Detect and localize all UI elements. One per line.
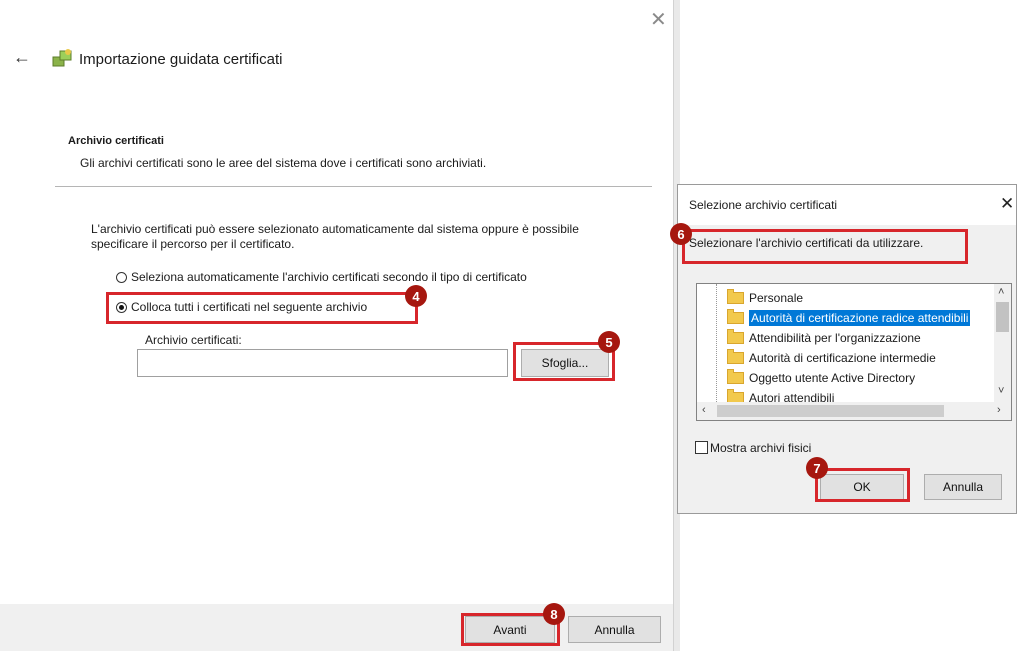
scroll-up-icon[interactable]: ˄ [998,287,1004,298]
tree-item[interactable]: Oggetto utente Active Directory [727,369,915,387]
scroll-thumb[interactable] [717,405,944,417]
badge-7: 7 [806,457,828,479]
radio-auto-label: Seleziona automaticamente l'archivio cer… [131,270,527,284]
section-title: Archivio certificati [68,135,164,147]
scroll-thumb[interactable] [996,302,1009,332]
tree-item-selected[interactable]: Autorità di certificazione radice attend… [727,309,971,327]
radio-manual-label: Colloca tutti i certificati nel seguente… [131,300,368,314]
ok-button[interactable]: OK [820,474,904,500]
scroll-left-icon[interactable]: ‹ [702,405,706,416]
radio-place-all[interactable]: Colloca tutti i certificati nel seguente… [116,300,367,314]
show-physical-label: Mostra archivi fisici [710,441,812,455]
dialog-title: Selezione archivio certificati [689,198,838,212]
badge-8: 8 [543,603,565,625]
section-description: Gli archivi certificati sono le aree del… [80,156,487,170]
badge-6: 6 [670,223,692,245]
divider [55,186,652,187]
badge-5: 5 [598,331,620,353]
horizontal-scrollbar[interactable]: ‹ › [697,402,1011,420]
folder-icon [727,369,744,384]
tree-item[interactable]: Personale [727,289,803,307]
back-arrow-icon[interactable]: ← [13,48,31,66]
intro-text: L'archivio certificati può essere selezi… [91,222,579,251]
folder-icon [727,329,744,344]
folder-icon [727,309,744,324]
dialog-prompt: Selezionare l'archivio certificati da ut… [689,236,924,250]
archive-label: Archivio certificati: [145,333,242,347]
dialog-titlebar: Selezione archivio certificati ✕ [678,185,1016,225]
certificate-store-tree[interactable]: Personale Autorità di certificazione rad… [696,283,1012,421]
scroll-down-icon[interactable]: ˅ [998,386,1004,397]
wizard-footer: Avanti Annulla [0,604,673,651]
radio-button[interactable] [116,271,127,283]
folder-icon [727,289,744,304]
dialog-close-icon[interactable]: ✕ [1000,194,1014,214]
show-physical-checkbox[interactable] [695,441,708,454]
select-store-dialog: Selezione archivio certificati ✕ Selezio… [670,184,1017,514]
tree-connector [716,284,718,402]
wizard-cancel-button[interactable]: Annulla [568,616,661,643]
next-button[interactable]: Avanti [465,616,555,643]
close-icon[interactable]: ✕ [650,10,667,30]
browse-button[interactable]: Sfoglia... [521,349,609,377]
tree-item[interactable]: Autorità di certificazione intermedie [727,349,936,367]
radio-button-checked[interactable] [116,301,127,313]
scroll-right-icon[interactable]: › [997,405,1001,416]
wizard-title: Importazione guidata certificati [79,51,283,68]
archive-input[interactable] [137,349,508,377]
radio-auto-select[interactable]: Seleziona automaticamente l'archivio cer… [116,270,527,284]
vertical-scrollbar[interactable]: ˄ ˅ [994,284,1011,402]
dialog-cancel-button[interactable]: Annulla [924,474,1002,500]
tree-item[interactable]: Attendibilità per l'organizzazione [727,329,921,347]
badge-4: 4 [405,285,427,307]
certificate-wizard-icon [52,49,72,67]
certificate-import-wizard: ✕ ← Importazione guidata certificati Arc… [0,0,673,651]
folder-icon [727,349,744,364]
